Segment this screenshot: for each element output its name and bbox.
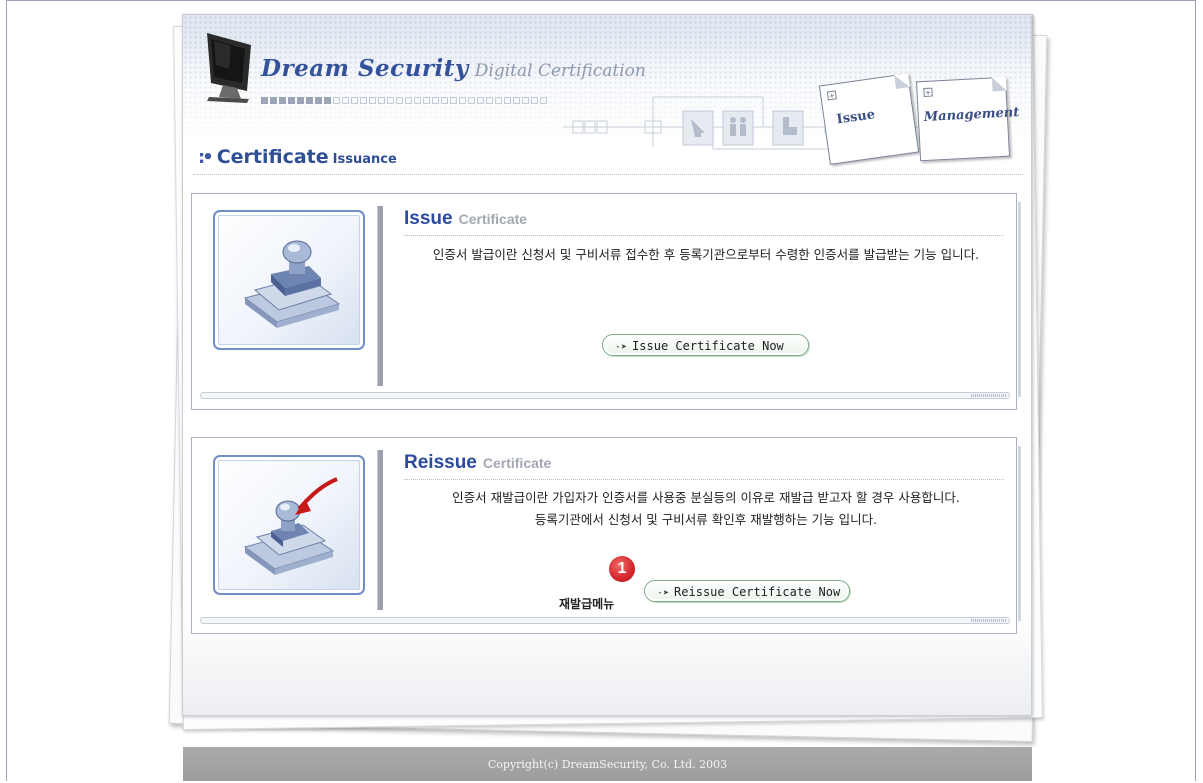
stamp-arrow-icon xyxy=(243,477,338,575)
issue-icon-box xyxy=(213,210,365,350)
footer: Copyright(c) DreamSecurity, Co. Ltd. 200… xyxy=(183,747,1032,781)
tab-issue[interactable]: + Issue xyxy=(818,73,920,165)
monitor-icon xyxy=(207,33,251,103)
page-fold-icon xyxy=(894,73,910,89)
issue-certificate-button[interactable]: ·➤ Issue Certificate Now xyxy=(602,334,809,356)
issue-panel: Issue Certificate 인증서 발급이란 신청서 및 구비서류 접수한… xyxy=(191,193,1021,410)
plus-icon: + xyxy=(826,90,837,101)
main-sheet: Dream Security Digital Certification + I… xyxy=(182,14,1032,716)
panel-scroll-track xyxy=(200,617,1010,624)
brand-subtitle: Digital Certification xyxy=(474,61,646,81)
tab-management[interactable]: + Management xyxy=(915,76,1020,162)
bullet-dots-icon: :• xyxy=(198,147,214,168)
arrow-right-icon: ·➤ xyxy=(615,342,628,353)
issue-title-sub: Certificate xyxy=(458,211,528,227)
issue-certificate-label: Issue Certificate Now xyxy=(632,339,784,353)
reissue-menu-label: 재발급메뉴 xyxy=(559,597,615,611)
page-title-sub: Issuance xyxy=(332,152,397,167)
page-title: :• Certificate Issuance xyxy=(198,146,397,168)
heading-divider xyxy=(193,174,1023,175)
title-divider xyxy=(404,479,1004,480)
issue-title-main: Issue xyxy=(404,208,453,229)
brand-title: Dream Security Digital Certification xyxy=(261,55,646,82)
reissue-description-line1: 인증서 재발급이란 가입자가 인증서를 사용중 분실등의 이유로 재발급 받고자… xyxy=(452,490,960,505)
reissue-panel: Reissue Certificate 인증서 재발급이란 가입자가 인증서를 사… xyxy=(191,437,1021,634)
page-fold-icon xyxy=(991,76,1007,92)
progress-dots xyxy=(261,97,547,104)
panel-divider xyxy=(377,206,383,386)
brand-name: Dream Security xyxy=(261,55,469,82)
copyright-text: Copyright(c) DreamSecurity, Co. Ltd. 200… xyxy=(487,758,728,771)
reissue-description-line2: 등록기관에서 신청서 및 구비서류 확인후 재발행하는 기능 입니다. xyxy=(534,512,878,527)
stamp-icon xyxy=(243,240,341,328)
reissue-certificate-label: Reissue Certificate Now xyxy=(674,585,841,599)
panel-scroll-track xyxy=(200,392,1010,399)
plus-icon: + xyxy=(923,87,933,98)
panel-divider xyxy=(377,450,383,610)
step-marker-badge: 1 xyxy=(609,556,635,582)
issue-title: Issue Certificate xyxy=(404,208,527,230)
arrow-right-icon: ·➤ xyxy=(657,588,670,599)
reissue-title: Reissue Certificate xyxy=(404,452,551,474)
reissue-title-sub: Certificate xyxy=(482,455,552,471)
reissue-title-main: Reissue xyxy=(404,452,477,473)
reissue-icon-box xyxy=(213,455,365,595)
title-divider xyxy=(404,235,1004,236)
reissue-certificate-button[interactable]: ·➤ Reissue Certificate Now xyxy=(644,580,850,602)
tab-issue-label: Issue xyxy=(835,107,876,128)
issue-description: 인증서 발급이란 신청서 및 구비서류 접수한 후 등록기관으로부터 수령한 인… xyxy=(432,247,980,262)
tab-management-label: Management xyxy=(923,105,1020,126)
page-title-main: Certificate xyxy=(216,146,329,168)
reissue-description: 인증서 재발급이란 가입자가 인증서를 사용중 분실등의 이유로 재발급 받고자… xyxy=(402,487,1010,531)
